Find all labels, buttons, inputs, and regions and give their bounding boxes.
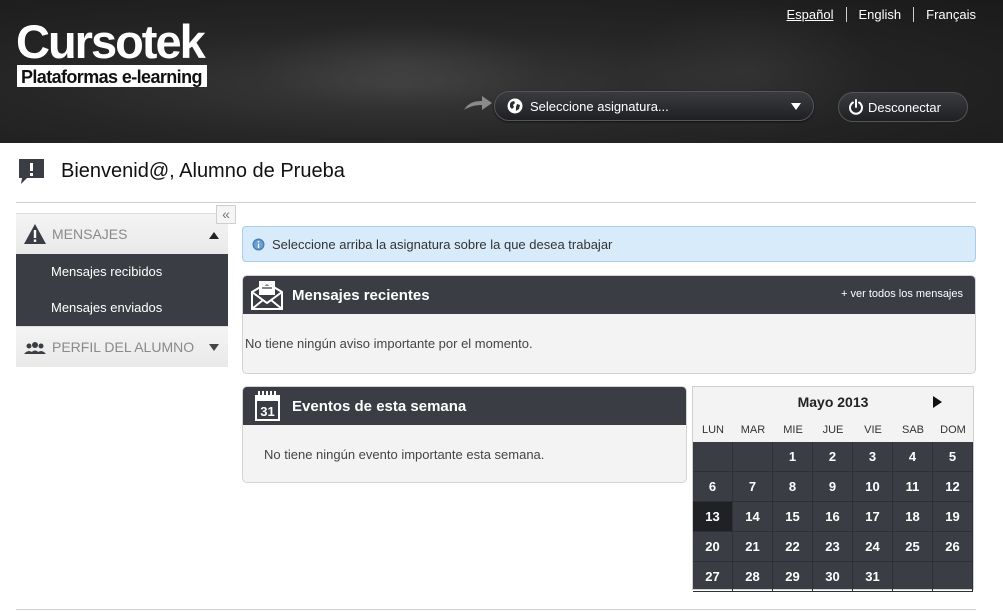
- sidebar-section-mensajes[interactable]: MENSAJES: [16, 213, 228, 254]
- calendar-day[interactable]: 12: [933, 472, 973, 502]
- calendar-icon: 31: [255, 391, 280, 421]
- calendar-day[interactable]: 28: [733, 562, 773, 592]
- site-header: Cursotek Plataformas e-learning Español …: [0, 0, 1003, 143]
- calendar-empty-cell: [733, 442, 773, 472]
- calendar-day[interactable]: 25: [893, 532, 933, 562]
- weekday-label: MIE: [783, 424, 803, 436]
- panel-header: Mensajes recientes + ver todos los mensa…: [243, 276, 975, 314]
- sidebar-section-perfil[interactable]: PERFIL DEL ALUMNO: [16, 326, 228, 367]
- calendar-day[interactable]: 8: [773, 472, 813, 502]
- sidebar-section-title: PERFIL DEL ALUMNO: [52, 339, 195, 355]
- calendar-empty-cell: [693, 442, 733, 472]
- panel-title: Mensajes recientes: [292, 286, 430, 304]
- warning-icon: [24, 224, 46, 244]
- subject-select-label: Seleccione asignatura...: [530, 98, 669, 114]
- calendar-day[interactable]: 24: [853, 532, 893, 562]
- weekday-label: VIE: [864, 424, 882, 436]
- calendar-day[interactable]: 13: [693, 502, 733, 532]
- logout-label: Desconectar: [868, 99, 941, 115]
- subject-select[interactable]: Seleccione asignatura...: [494, 91, 814, 121]
- weekday-label: LUN: [701, 424, 724, 436]
- view-all-messages-link[interactable]: + ver todos los mensajes: [841, 288, 963, 300]
- logout-button[interactable]: Desconectar: [838, 92, 968, 122]
- calendar-day[interactable]: 1: [773, 442, 813, 472]
- calendar-day[interactable]: 18: [893, 502, 933, 532]
- calendar-day[interactable]: 20: [693, 532, 733, 562]
- sidebar-section-title: MENSAJES: [52, 226, 128, 242]
- sidebar-item-mensajes-enviados[interactable]: Mensajes enviados: [16, 290, 228, 326]
- calendar-grid: 1 2 3 4 5 6 7 8 9 10 11 12 13 14 15 16 17 18 19 20 21 22 23 24 2…: [693, 442, 973, 592]
- weekday-label: MAR: [740, 424, 766, 436]
- calendar-day[interactable]: 15: [773, 502, 813, 532]
- next-month-button[interactable]: [933, 396, 942, 408]
- calendar-day[interactable]: 31: [853, 562, 893, 592]
- calendar-day[interactable]: 19: [933, 502, 973, 532]
- calendar-day[interactable]: 16: [813, 502, 853, 532]
- arrow-right-icon: [464, 96, 492, 110]
- speech-bubble-icon: [19, 159, 44, 184]
- recent-messages-panel: Mensajes recientes + ver todos los mensa…: [242, 275, 976, 374]
- lang-en-link[interactable]: English: [847, 7, 914, 22]
- sidebar-item-mensajes-recibidos[interactable]: Mensajes recibidos: [16, 254, 228, 290]
- calendar-day[interactable]: 21: [733, 532, 773, 562]
- calendar-weekdays: LUN MAR MIE JUE VIE SAB DOM: [693, 419, 973, 442]
- calendar-day[interactable]: 2: [813, 442, 853, 472]
- calendar-day[interactable]: 3: [853, 442, 893, 472]
- calendar-day[interactable]: 22: [773, 532, 813, 562]
- calendar-day[interactable]: 10: [853, 472, 893, 502]
- calendar-day[interactable]: 6: [693, 472, 733, 502]
- collapse-sidebar-button[interactable]: «: [216, 205, 236, 224]
- page-title: Bienvenid@, Alumno de Prueba: [61, 160, 345, 182]
- calendar-day[interactable]: 5: [933, 442, 973, 472]
- lang-fr-link[interactable]: Français: [914, 7, 976, 22]
- calendar-day[interactable]: 4: [893, 442, 933, 472]
- lang-es-link[interactable]: Español: [787, 7, 846, 22]
- divider: [16, 202, 976, 203]
- chevron-up-icon: [209, 232, 219, 239]
- info-text: Seleccione arriba la asignatura sobre la…: [272, 236, 613, 252]
- chevron-down-icon: [791, 103, 801, 110]
- envelope-icon: [251, 281, 283, 310]
- welcome-bar: Bienvenid@, Alumno de Prueba: [17, 157, 345, 186]
- panel-empty-text: No tiene ningún aviso importante por el …: [245, 336, 533, 351]
- language-switcher: Español English Français: [787, 7, 976, 22]
- calendar-day[interactable]: 29: [773, 562, 813, 592]
- weekday-label: SAB: [901, 424, 924, 436]
- calendar-day[interactable]: 23: [813, 532, 853, 562]
- panel-header: 31 Eventos de esta semana: [243, 387, 686, 425]
- calendar-day[interactable]: 30: [813, 562, 853, 592]
- logo-title[interactable]: Cursotek: [16, 18, 206, 66]
- panel-empty-text: No tiene ningún evento importante esta s…: [264, 447, 545, 462]
- weekday-label: JUE: [822, 424, 844, 436]
- sidebar: MENSAJES Mensajes recibidos Mensajes env…: [16, 213, 228, 367]
- calendar-empty-cell: [893, 562, 933, 592]
- divider: [16, 609, 976, 610]
- calendar-header: Mayo 2013: [693, 387, 973, 419]
- calendar-day[interactable]: 9: [813, 472, 853, 502]
- calendar-day[interactable]: 7: [733, 472, 773, 502]
- weekday-label: DOM: [940, 424, 966, 436]
- calendar-day[interactable]: 27: [693, 562, 733, 592]
- calendar-widget: Mayo 2013 LUN MAR MIE JUE VIE SAB DOM 12…: [692, 386, 974, 592]
- calendar-day[interactable]: 17: [853, 502, 893, 532]
- calendar-day[interactable]: 26: [933, 532, 973, 562]
- info-message: Seleccione arriba la asignatura sobre la…: [242, 226, 976, 262]
- panel-title: Eventos de esta semana: [292, 397, 467, 415]
- calendar-icon-day: 31: [260, 404, 274, 419]
- globe-icon: [507, 98, 523, 114]
- calendar-month-label: Mayo 2013: [797, 394, 869, 410]
- info-icon: [252, 238, 265, 250]
- power-icon: [849, 99, 863, 115]
- weekly-events-panel: 31 Eventos de esta semana No tiene ningú…: [242, 386, 687, 483]
- calendar-empty-cell: [933, 562, 973, 592]
- logo-subtitle: Plataformas e-learning: [17, 65, 207, 87]
- chevron-down-icon: [209, 344, 219, 351]
- group-icon: [24, 342, 46, 354]
- calendar-day[interactable]: 14: [733, 502, 773, 532]
- calendar-day[interactable]: 11: [893, 472, 933, 502]
